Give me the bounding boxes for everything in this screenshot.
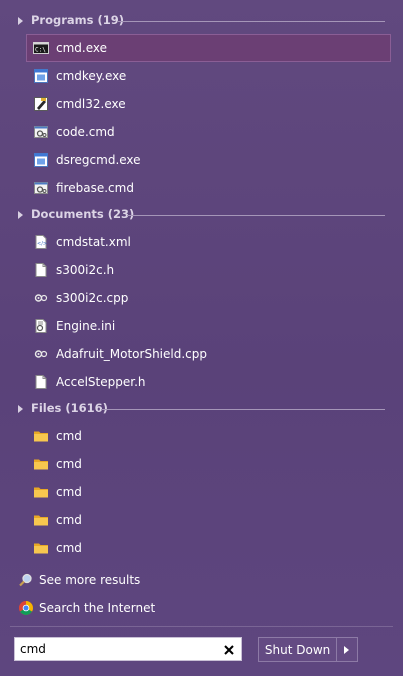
- search-box[interactable]: [14, 637, 242, 661]
- cpp-file-icon: [33, 346, 49, 362]
- svg-text:C:\: C:\: [35, 47, 46, 54]
- shutdown-button[interactable]: Shut Down: [259, 638, 338, 661]
- result-item-engine-ini[interactable]: Engine.ini: [26, 312, 391, 340]
- chevron-right-icon: [344, 646, 350, 654]
- result-item-label: AccelStepper.h: [56, 375, 146, 389]
- script-gear-icon: [33, 180, 49, 196]
- folder-icon: [33, 456, 49, 472]
- clear-search-icon[interactable]: [222, 642, 236, 656]
- see-more-results-link[interactable]: See more results: [0, 566, 403, 594]
- group-divider: [117, 21, 385, 22]
- result-item-label: cmd: [56, 513, 82, 527]
- group-header-documents[interactable]: Documents (23): [0, 202, 403, 228]
- expand-arrow-icon[interactable]: [18, 211, 23, 219]
- result-item-label: firebase.cmd: [56, 181, 134, 195]
- cpp-file-icon: [33, 290, 49, 306]
- expand-arrow-icon[interactable]: [18, 405, 23, 413]
- result-item-cmdkey-exe[interactable]: cmdkey.exe: [26, 62, 391, 90]
- cmd-console-icon: C:\: [33, 40, 49, 56]
- start-menu: Programs (19) C:\ cmd.exe cmdkey.exe cmd…: [0, 0, 403, 676]
- result-item-label: cmd: [56, 429, 82, 443]
- script-gear-icon: [33, 124, 49, 140]
- result-item-cmdl32-exe[interactable]: cmdl32.exe: [26, 90, 391, 118]
- shutdown-split-button: Shut Down: [258, 637, 358, 662]
- blank-file-icon: [33, 374, 49, 390]
- group-title-programs: Programs (19): [31, 13, 125, 27]
- result-item-cmd-exe[interactable]: C:\ cmd.exe: [26, 34, 391, 62]
- app-window-icon: [33, 152, 49, 168]
- result-item-label: code.cmd: [56, 125, 115, 139]
- result-item-adafruit-motorshield-cpp[interactable]: Adafruit_MotorShield.cpp: [26, 340, 391, 368]
- result-item-folder-cmd[interactable]: cmd: [26, 450, 391, 478]
- expand-arrow-icon[interactable]: [18, 17, 23, 25]
- see-more-results-label: See more results: [39, 573, 141, 587]
- result-item-label: cmd: [56, 541, 82, 555]
- shutdown-options-button[interactable]: [337, 638, 357, 661]
- folder-icon: [33, 540, 49, 556]
- folder-icon: [33, 512, 49, 528]
- result-item-folder-cmd[interactable]: cmd: [26, 506, 391, 534]
- folder-icon: [33, 428, 49, 444]
- folder-icon: [33, 484, 49, 500]
- search-internet-label: Search the Internet: [39, 601, 156, 615]
- result-item-folder-cmd[interactable]: cmd: [26, 422, 391, 450]
- result-item-firebase-cmd[interactable]: firebase.cmd: [26, 174, 391, 202]
- result-item-label: s300i2c.h: [56, 263, 115, 277]
- search-internet-link[interactable]: Search the Internet: [0, 594, 403, 622]
- group-title-files: Files (1616): [31, 401, 108, 415]
- result-item-label: cmd: [56, 485, 82, 499]
- result-item-label: cmd.exe: [56, 41, 108, 55]
- group-divider: [127, 215, 385, 216]
- footer-divider: [10, 626, 393, 627]
- cmdl32-app-icon: [33, 96, 49, 112]
- result-item-label: Engine.ini: [56, 319, 116, 333]
- result-item-label: Adafruit_MotorShield.cpp: [56, 347, 207, 361]
- result-item-label: cmdl32.exe: [56, 97, 126, 111]
- group-header-programs[interactable]: Programs (19): [0, 8, 403, 34]
- result-item-folder-cmd[interactable]: cmd: [26, 534, 391, 562]
- result-item-label: cmdstat.xml: [56, 235, 131, 249]
- group-title-documents: Documents (23): [31, 207, 135, 221]
- group-header-files[interactable]: Files (1616): [0, 396, 403, 422]
- result-item-label: cmd: [56, 457, 82, 471]
- app-window-icon: [33, 68, 49, 84]
- result-item-label: dsregcmd.exe: [56, 153, 141, 167]
- result-item-cmdstat-xml[interactable]: </> cmdstat.xml: [26, 228, 391, 256]
- blank-file-icon: [33, 262, 49, 278]
- magnifier-icon: [18, 572, 34, 588]
- search-results: Programs (19) C:\ cmd.exe cmdkey.exe cmd…: [0, 8, 403, 562]
- result-item-dsregcmd-exe[interactable]: dsregcmd.exe: [26, 146, 391, 174]
- bottom-links: See more results Search the Internet: [0, 566, 403, 622]
- xml-file-icon: </>: [33, 234, 49, 250]
- result-item-label: s300i2c.cpp: [56, 291, 129, 305]
- search-input[interactable]: [15, 638, 220, 660]
- svg-text:</>: </>: [37, 241, 47, 247]
- result-item-accelstepper-h[interactable]: AccelStepper.h: [26, 368, 391, 396]
- chrome-icon: [18, 600, 34, 616]
- result-item-label: cmdkey.exe: [56, 69, 127, 83]
- result-item-s300i2c-cpp[interactable]: s300i2c.cpp: [26, 284, 391, 312]
- result-item-s300i2c-h[interactable]: s300i2c.h: [26, 256, 391, 284]
- settings-file-icon: [33, 318, 49, 334]
- result-item-folder-cmd[interactable]: cmd: [26, 478, 391, 506]
- group-divider: [101, 409, 385, 410]
- result-item-code-cmd[interactable]: code.cmd: [26, 118, 391, 146]
